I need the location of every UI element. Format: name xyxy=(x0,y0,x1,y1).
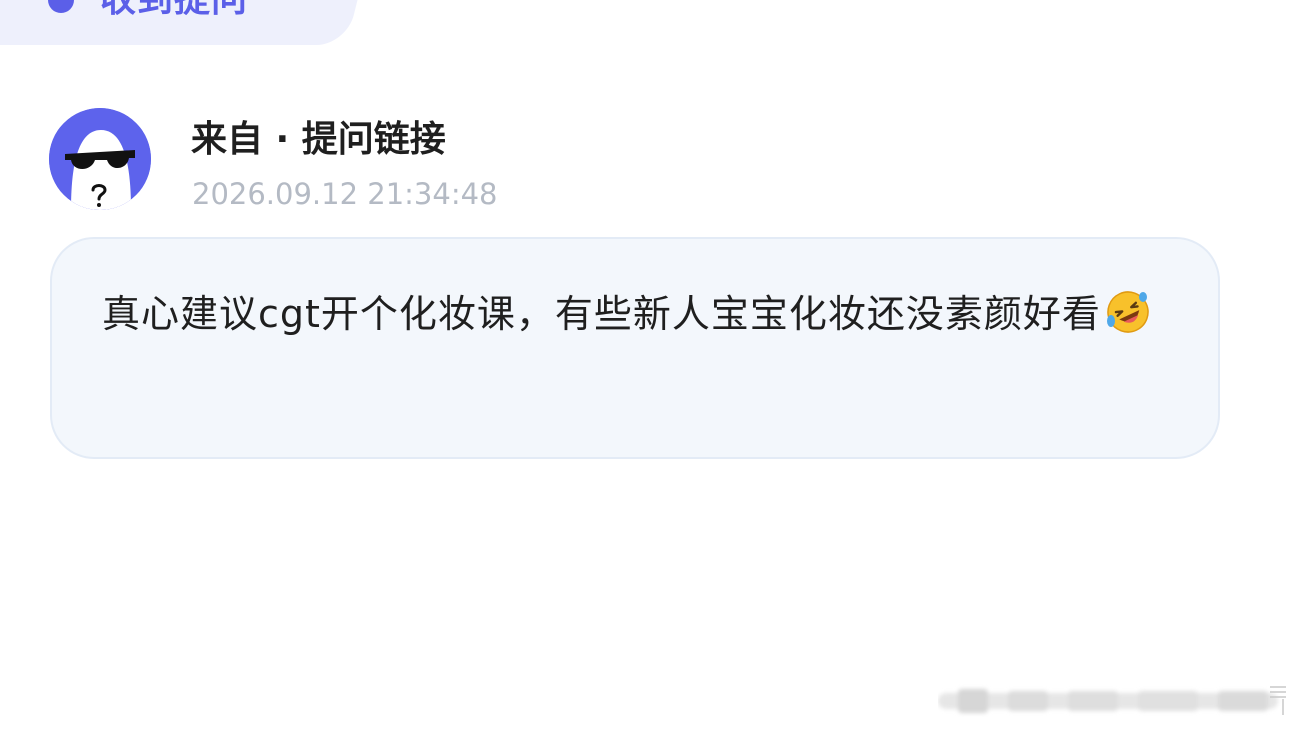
header-tab: 收到提问 xyxy=(48,0,248,20)
watermark xyxy=(938,686,1286,715)
message-content: 真心建议cgt开个化妆课，有些新人宝宝化妆还没素颜好看 xyxy=(102,284,1162,344)
rolling-on-floor-laughing-icon xyxy=(1106,291,1149,333)
avatar[interactable] xyxy=(49,108,151,210)
header-dot-icon xyxy=(48,0,74,13)
page-title: 收到提问 xyxy=(100,0,248,20)
timestamp: 2026.09.12 21:34:48 xyxy=(192,177,498,211)
message-bubble: 真心建议cgt开个化妆课，有些新人宝宝化妆还没素颜好看 xyxy=(50,237,1220,459)
sunglasses-ghost-icon xyxy=(49,108,151,210)
author-name: 来自 · 提问链接 xyxy=(191,119,446,160)
message-text: 真心建议cgt开个化妆课，有些新人宝宝化妆还没素颜好看 xyxy=(102,292,1101,336)
